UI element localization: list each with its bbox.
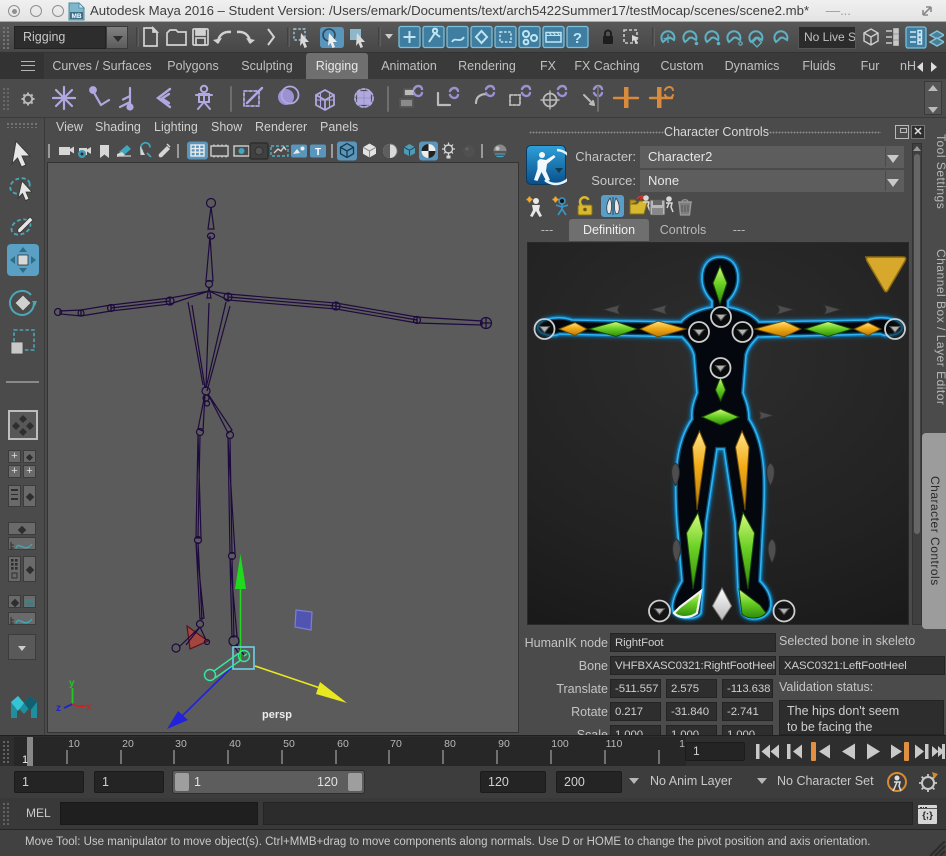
svg-text:90: 90	[498, 738, 510, 750]
svg-text:70: 70	[390, 738, 402, 750]
svg-text:y: y	[69, 678, 75, 689]
svg-text:x: x	[86, 702, 92, 713]
svg-text:?: ?	[573, 30, 582, 47]
svg-text:30: 30	[175, 738, 187, 750]
svg-text:50: 50	[283, 738, 295, 750]
svg-text:40: 40	[229, 738, 241, 750]
svg-text:persp: persp	[262, 709, 292, 721]
svg-text:100: 100	[551, 738, 569, 750]
svg-text:110: 110	[606, 738, 623, 750]
svg-text:10: 10	[68, 738, 80, 750]
svg-text:z: z	[56, 703, 61, 714]
svg-text:80: 80	[444, 738, 456, 750]
svg-text:60: 60	[337, 738, 349, 750]
svg-text:1: 1	[22, 754, 28, 766]
svg-text:T: T	[315, 147, 321, 158]
svg-text:20: 20	[122, 738, 134, 750]
svg-text:MB: MB	[71, 13, 81, 20]
